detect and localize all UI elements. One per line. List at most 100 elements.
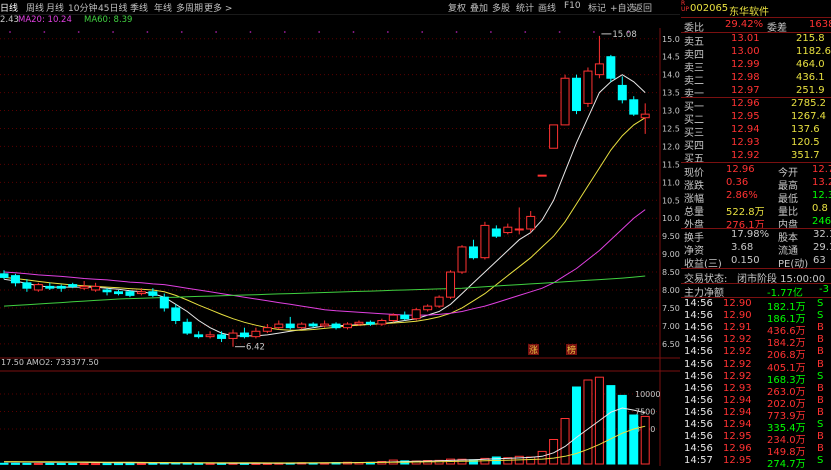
tick-side: B xyxy=(817,322,824,334)
volume-bar xyxy=(33,462,43,465)
tick-price: 12.90 xyxy=(723,298,752,309)
price-tick-label: 9.00 xyxy=(662,250,680,259)
sell-row: 卖五 13.01 215.8 xyxy=(681,33,831,48)
ma-line-ma60 xyxy=(3,275,646,307)
buy-price: 12.94 xyxy=(731,124,760,135)
ma-indicator-0: 2.43 xyxy=(0,15,19,25)
toolbar-item-6[interactable]: 年线 xyxy=(154,1,172,14)
tick-price: 12.94 xyxy=(723,394,752,406)
event-marker-label: 涨 xyxy=(529,345,538,356)
tick-volume: 274.7万 xyxy=(767,459,806,470)
ma-line-ma5 xyxy=(3,74,646,337)
stat2-row: 换手17.98%股本32.1 xyxy=(681,229,831,244)
stat-value2: 12.3 xyxy=(812,190,831,201)
tick-time: 14:56 xyxy=(684,310,713,322)
tick-row[interactable]: 14:56 12.93 263.0万 B xyxy=(681,382,831,398)
toolbar-item-7[interactable]: 多周期 xyxy=(176,1,203,14)
candle-body xyxy=(503,226,513,234)
stat-row: 涨幅2.86%最低12.3 xyxy=(681,190,831,205)
candle-body xyxy=(354,321,364,325)
toolbar-right-item-4[interactable]: 画线 xyxy=(538,1,556,14)
toolbar-item-4[interactable]: 45日线 xyxy=(98,1,127,14)
toolbar-right-item-0[interactable]: 复权 xyxy=(448,1,466,14)
tick-price: 12.94 xyxy=(723,406,752,418)
tick-time: 14:56 xyxy=(684,334,713,346)
tick-time: 14:56 xyxy=(684,346,713,358)
tick-side: B xyxy=(817,346,824,358)
sell-price: 13.00 xyxy=(731,46,760,57)
tick-side: B xyxy=(817,382,824,394)
buy-volume: 2785.2 xyxy=(791,98,826,109)
price-tick-label: 7.50 xyxy=(662,304,680,313)
toolbar-right-item-1[interactable]: 叠加 xyxy=(470,1,488,14)
volume-bar xyxy=(125,463,135,466)
candle-body xyxy=(468,246,478,259)
event-marker-label: 榜 xyxy=(567,344,576,356)
candle-body xyxy=(182,321,192,334)
tick-row[interactable]: 14:56 12.94 202.0万 B xyxy=(681,394,831,410)
tick-row[interactable]: 14:56 12.96 149.8万 B xyxy=(681,443,831,458)
buy-volume: 1267.4 xyxy=(791,111,826,122)
tick-row[interactable]: 14:57 12.95 274.7万 S xyxy=(681,455,831,470)
toolbar-right-item-3[interactable]: 统计 xyxy=(516,1,534,14)
price-tick-label: 14.00 xyxy=(662,71,680,80)
candle-body xyxy=(514,228,524,231)
toolbar-right-item-5[interactable]: F10 xyxy=(564,1,581,11)
candle-body xyxy=(446,271,456,298)
candle-body xyxy=(572,77,581,112)
volume-bar xyxy=(148,462,158,465)
toolbar-item-3[interactable]: 10分钟 xyxy=(68,1,97,14)
price-tick-label: 8.50 xyxy=(662,268,680,277)
kline-chart-area[interactable]: 15.00 14.50 14.00 13.50 13.00 12.50 12.00 11.50… xyxy=(0,28,685,466)
tick-row[interactable]: 14:56 12.90 186.1万 S xyxy=(681,310,831,325)
toolbar-item-2[interactable]: 月线 xyxy=(46,1,64,14)
tick-row[interactable]: 14:56 12.92 184.2万 B xyxy=(681,334,831,349)
candle-body xyxy=(171,307,181,321)
tick-row[interactable]: 14:56 12.95 234.0万 B xyxy=(681,431,831,446)
volume-bar xyxy=(583,379,593,465)
toolbar-right-item-7[interactable]: +自选 xyxy=(610,1,636,14)
tick-side: S xyxy=(817,298,824,309)
tick-side: B xyxy=(817,334,824,346)
tick-row[interactable]: 14:56 12.90 182.1万 S xyxy=(681,298,831,313)
stat-value2: 12.7 xyxy=(812,164,831,175)
sell-volume: 436.1 xyxy=(796,72,825,83)
toolbar-item-8[interactable]: 更多 > xyxy=(204,1,232,14)
candle-body xyxy=(537,174,547,177)
toolbar-item-5[interactable]: 季线 xyxy=(130,1,148,14)
volume-bar xyxy=(22,462,32,465)
tick-price: 12.91 xyxy=(723,322,752,334)
toolbar-right-item-2[interactable]: 多股 xyxy=(492,1,510,14)
candle-body xyxy=(480,224,490,259)
tick-time: 14:56 xyxy=(684,443,713,455)
quote-title: R UP 002065 东华软件 xyxy=(681,1,831,19)
tick-row[interactable]: 14:56 12.92 405.1万 B xyxy=(681,359,831,374)
buy-volume: 120.5 xyxy=(791,137,820,148)
period-toolbar: 日线 周线 月线 10分钟 45日线 季线 年线 多周期 更多 > 复权 叠加 多股 统计 画线 F10 标记… xyxy=(0,0,680,15)
candle-body xyxy=(10,275,20,284)
toolbar-right-item-8[interactable]: 返回 xyxy=(634,1,652,14)
tick-row[interactable]: 14:56 12.94 335.4万 S xyxy=(681,419,831,434)
toolbar-item-0[interactable]: 日线 xyxy=(0,1,18,14)
toolbar-item-1[interactable]: 周线 xyxy=(26,1,44,14)
tick-row[interactable]: 14:56 12.92 168.3万 S xyxy=(681,371,831,386)
sell-volume: 215.8 xyxy=(796,33,825,44)
toolbar-right-item-6[interactable]: 标记 xyxy=(588,1,606,14)
volume-bar xyxy=(0,462,9,465)
event-dot xyxy=(524,31,527,33)
tick-price: 12.96 xyxy=(723,443,752,455)
main-flow-extra: -3 xyxy=(819,284,829,295)
candle-body xyxy=(79,285,89,289)
tick-row[interactable]: 14:56 12.94 773.9万 B xyxy=(681,406,831,422)
tick-row[interactable]: 14:56 12.92 206.8万 B xyxy=(681,346,831,361)
candle-body xyxy=(377,319,387,325)
kline-chart[interactable]: 15.00 14.50 14.00 13.50 13.00 12.50 12.00 11.50… xyxy=(0,28,685,466)
event-dot xyxy=(593,31,595,33)
tick-row[interactable]: 14:56 12.91 436.6万 B xyxy=(681,322,831,337)
price-tick-label: 7.00 xyxy=(662,322,680,331)
sell-price: 13.01 xyxy=(731,33,760,44)
volume-bar xyxy=(56,463,66,466)
price-tick-label: 8.00 xyxy=(662,286,680,295)
tick-time: 14:56 xyxy=(684,431,713,443)
panel-divider xyxy=(681,268,831,269)
